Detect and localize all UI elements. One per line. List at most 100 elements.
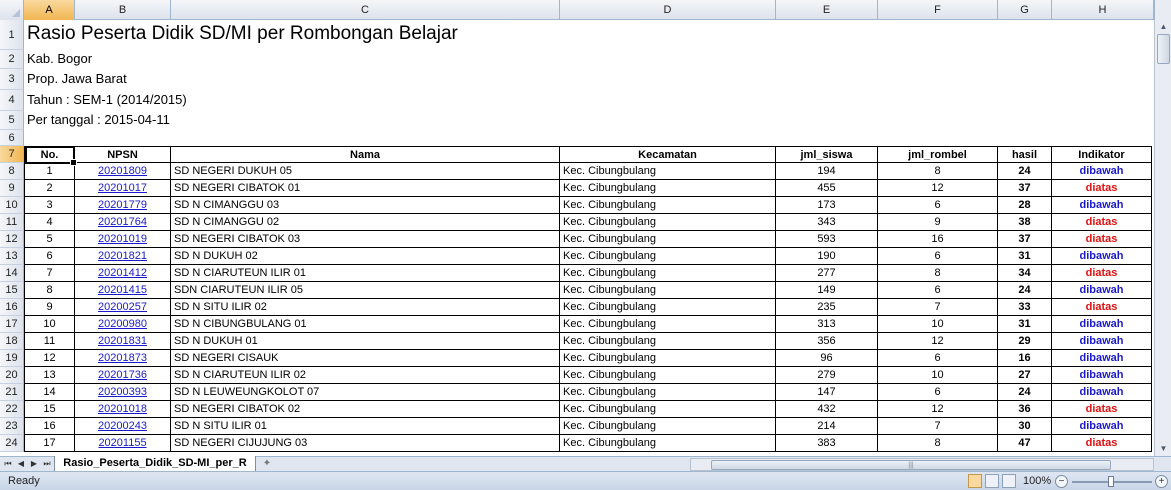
ratio-cell[interactable]: 24 <box>998 282 1052 299</box>
next-sheet-icon[interactable]: ▶ <box>28 457 40 471</box>
npsn-cell[interactable]: 20201809 <box>75 163 171 180</box>
district-cell[interactable]: Kec. Cibungbulang <box>560 180 776 197</box>
district-cell[interactable]: Kec. Cibungbulang <box>560 418 776 435</box>
ratio-cell[interactable]: 37 <box>998 231 1052 248</box>
no-cell[interactable]: 3 <box>24 197 75 214</box>
class-count-cell[interactable]: 6 <box>878 197 998 214</box>
student-count-cell[interactable]: 356 <box>776 333 878 350</box>
active-cell-selection[interactable] <box>25 146 77 166</box>
name-cell[interactable]: SD N CIMANGGU 03 <box>171 197 560 214</box>
npsn-cell[interactable]: 20201764 <box>75 214 171 231</box>
district-cell[interactable]: Kec. Cibungbulang <box>560 265 776 282</box>
no-cell[interactable]: 17 <box>24 435 75 452</box>
row-header[interactable]: 14 <box>0 265 24 282</box>
ratio-cell[interactable]: 38 <box>998 214 1052 231</box>
ratio-cell[interactable]: 29 <box>998 333 1052 350</box>
row-header[interactable]: 22 <box>0 401 24 418</box>
indicator-cell[interactable]: dibawah <box>1052 316 1152 333</box>
npsn-cell[interactable]: 20201018 <box>75 401 171 418</box>
indicator-cell[interactable]: dibawah <box>1052 418 1152 435</box>
zoom-level[interactable]: 100% <box>1023 475 1051 487</box>
row-header[interactable]: 16 <box>0 299 24 316</box>
indicator-cell[interactable]: diatas <box>1052 180 1152 197</box>
npsn-link[interactable]: 20201764 <box>98 216 147 228</box>
npsn-link[interactable]: 20201415 <box>98 284 147 296</box>
indicator-cell[interactable]: dibawah <box>1052 350 1152 367</box>
ratio-cell[interactable]: 33 <box>998 299 1052 316</box>
zoom-in-icon[interactable]: + <box>1155 475 1168 488</box>
no-cell[interactable]: 9 <box>24 299 75 316</box>
class-count-cell[interactable]: 6 <box>878 248 998 265</box>
column-header-b[interactable]: B <box>75 0 171 20</box>
row-header[interactable]: 24 <box>0 435 24 452</box>
class-count-cell[interactable]: 10 <box>878 367 998 384</box>
district-cell[interactable]: Kec. Cibungbulang <box>560 367 776 384</box>
row-header[interactable]: 13 <box>0 248 24 265</box>
npsn-link[interactable]: 20201155 <box>98 437 146 449</box>
no-cell[interactable]: 12 <box>24 350 75 367</box>
no-cell[interactable]: 1 <box>24 163 75 180</box>
prev-sheet-icon[interactable]: ◀ <box>15 457 27 471</box>
indicator-cell[interactable]: dibawah <box>1052 163 1152 180</box>
student-count-cell[interactable]: 147 <box>776 384 878 401</box>
zoom-slider-thumb[interactable] <box>1108 476 1114 487</box>
npsn-cell[interactable]: 20201736 <box>75 367 171 384</box>
column-header-f[interactable]: F <box>878 0 998 20</box>
student-count-cell[interactable]: 383 <box>776 435 878 452</box>
row-header-2[interactable]: 2 <box>0 50 24 69</box>
no-cell[interactable]: 15 <box>24 401 75 418</box>
row-header[interactable]: 8 <box>0 163 24 180</box>
ratio-cell[interactable]: 31 <box>998 316 1052 333</box>
name-cell[interactable]: SDN CIARUTEUN ILIR 05 <box>171 282 560 299</box>
class-count-cell[interactable]: 12 <box>878 401 998 418</box>
npsn-cell[interactable]: 20201831 <box>75 333 171 350</box>
indicator-cell[interactable]: dibawah <box>1052 248 1152 265</box>
no-cell[interactable]: 6 <box>24 248 75 265</box>
npsn-link[interactable]: 20201017 <box>98 182 147 194</box>
class-count-cell[interactable]: 6 <box>878 350 998 367</box>
insert-sheet-icon[interactable]: ✦ <box>258 458 276 470</box>
npsn-link[interactable]: 20200243 <box>98 420 147 432</box>
row-header-3[interactable]: 3 <box>0 69 24 90</box>
indicator-cell[interactable]: dibawah <box>1052 333 1152 350</box>
indicator-cell[interactable]: dibawah <box>1052 367 1152 384</box>
ratio-cell[interactable]: 34 <box>998 265 1052 282</box>
column-header-a[interactable]: A <box>24 0 75 20</box>
horizontal-scroll-thumb[interactable]: ||| <box>711 460 1111 470</box>
class-count-cell[interactable]: 7 <box>878 299 998 316</box>
npsn-link[interactable]: 20200980 <box>98 318 147 330</box>
scroll-up-arrow-icon[interactable]: ▲ <box>1155 20 1171 34</box>
ratio-cell[interactable]: 30 <box>998 418 1052 435</box>
student-count-cell[interactable]: 235 <box>776 299 878 316</box>
ratio-cell[interactable]: 28 <box>998 197 1052 214</box>
class-count-cell[interactable]: 10 <box>878 316 998 333</box>
page-layout-view-icon[interactable] <box>985 474 999 488</box>
class-count-cell[interactable]: 12 <box>878 180 998 197</box>
class-count-cell[interactable]: 16 <box>878 231 998 248</box>
row-header[interactable]: 10 <box>0 197 24 214</box>
district-cell[interactable]: Kec. Cibungbulang <box>560 435 776 452</box>
student-count-cell[interactable]: 149 <box>776 282 878 299</box>
student-count-cell[interactable]: 173 <box>776 197 878 214</box>
name-cell[interactable]: SD NEGERI CIBATOK 02 <box>171 401 560 418</box>
name-cell[interactable]: SD NEGERI CIBATOK 03 <box>171 231 560 248</box>
no-cell[interactable]: 7 <box>24 265 75 282</box>
name-cell[interactable]: SD N CIBUNGBULANG 01 <box>171 316 560 333</box>
name-cell[interactable]: SD N DUKUH 01 <box>171 333 560 350</box>
no-cell[interactable]: 14 <box>24 384 75 401</box>
npsn-cell[interactable]: 20201415 <box>75 282 171 299</box>
row-header[interactable]: 9 <box>0 180 24 197</box>
name-cell[interactable]: SD NEGERI CIJUJUNG 03 <box>171 435 560 452</box>
row-header[interactable]: 19 <box>0 350 24 367</box>
student-count-cell[interactable]: 432 <box>776 401 878 418</box>
npsn-link[interactable]: 20200393 <box>98 386 147 398</box>
row-header-7[interactable]: 7 <box>0 146 24 163</box>
no-cell[interactable]: 5 <box>24 231 75 248</box>
npsn-cell[interactable]: 20201873 <box>75 350 171 367</box>
indicator-cell[interactable]: dibawah <box>1052 197 1152 214</box>
ratio-cell[interactable]: 37 <box>998 180 1052 197</box>
student-count-cell[interactable]: 279 <box>776 367 878 384</box>
district-cell[interactable]: Kec. Cibungbulang <box>560 214 776 231</box>
name-cell[interactable]: SD N SITU ILIR 02 <box>171 299 560 316</box>
vertical-scroll-thumb[interactable] <box>1157 34 1170 64</box>
